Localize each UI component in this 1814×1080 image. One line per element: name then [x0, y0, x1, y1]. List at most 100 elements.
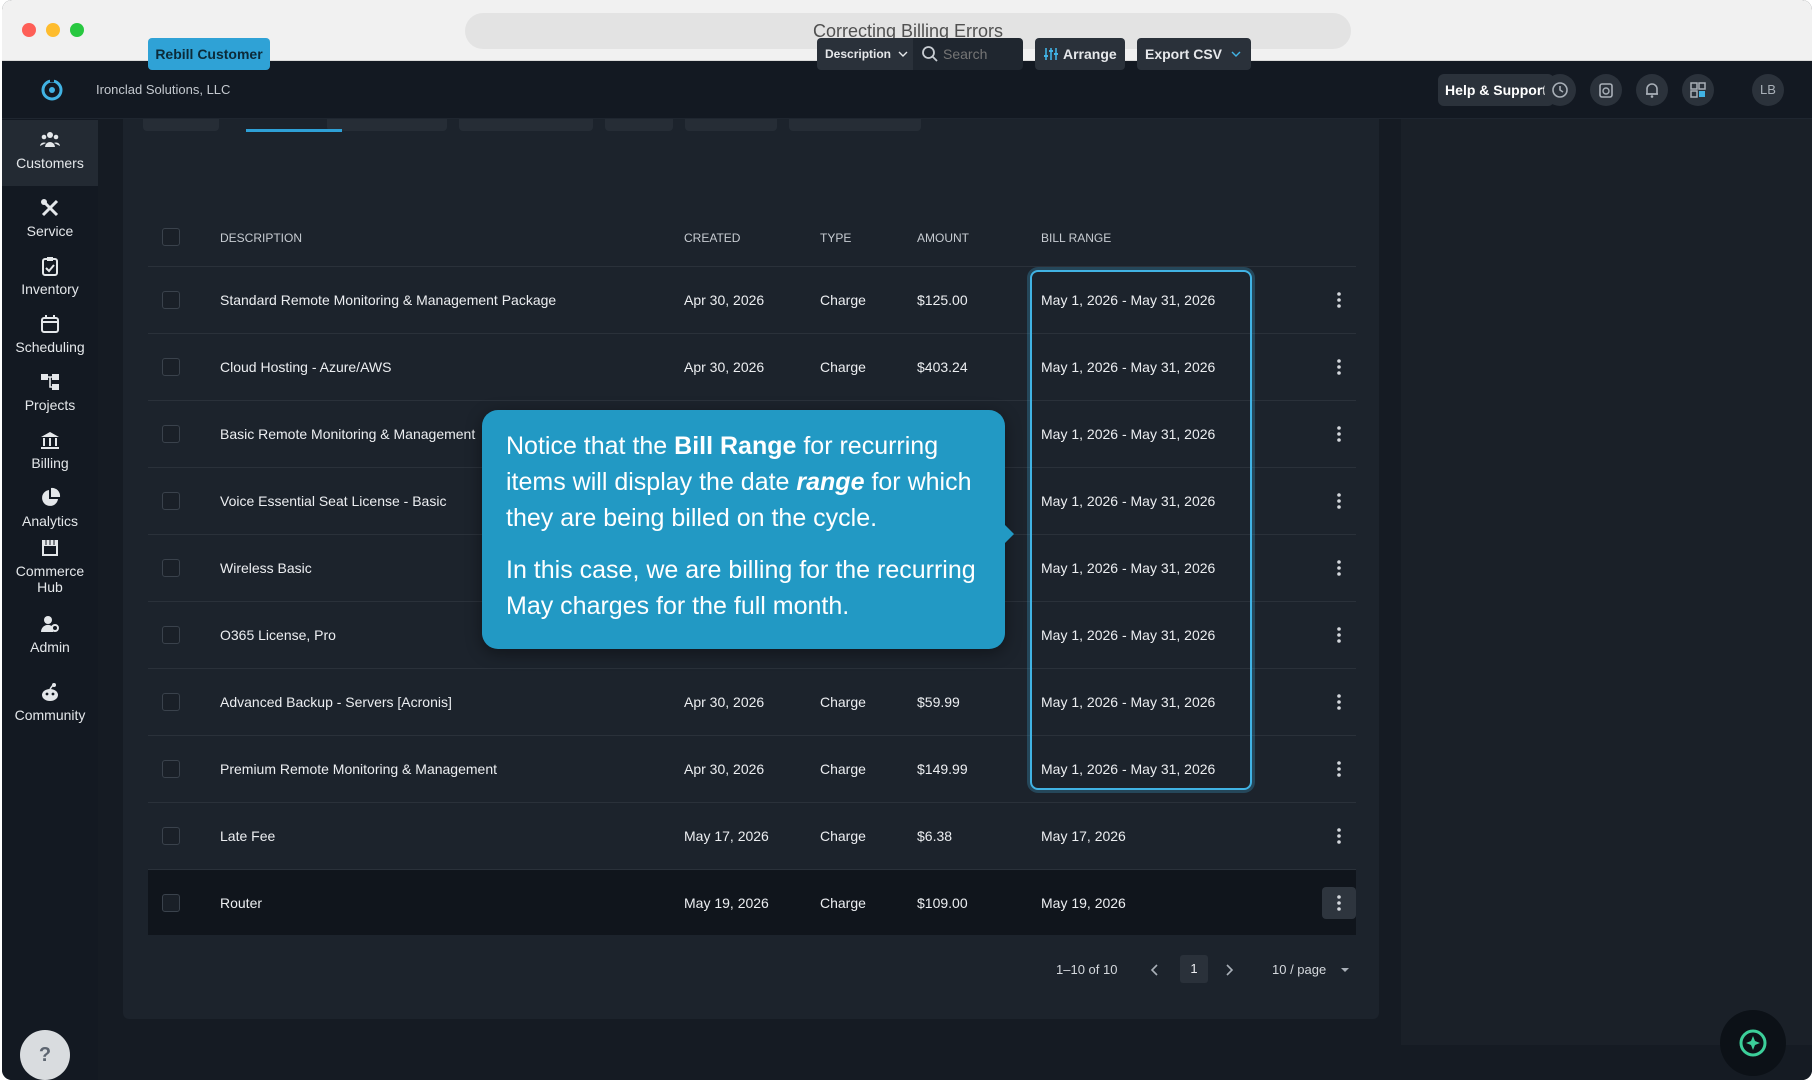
sidebar-item-billing[interactable]: Billing — [2, 429, 98, 471]
column-header-description[interactable]: DESCRIPTION — [220, 216, 302, 260]
timer-icon[interactable] — [1590, 74, 1622, 106]
row-checkbox[interactable] — [162, 760, 180, 778]
sidebar-item-inventory[interactable]: Inventory — [2, 255, 98, 297]
sidebar-item-scheduling[interactable]: Scheduling — [2, 313, 98, 355]
table-row[interactable]: Standard Remote Monitoring & Management … — [148, 266, 1356, 332]
pagination-summary: 1–10 of 10 — [1056, 962, 1118, 977]
history-icon[interactable] — [1544, 74, 1576, 106]
sidebar-item-label: Inventory — [21, 281, 79, 297]
column-header-type[interactable]: TYPE — [820, 216, 851, 260]
filter-field-select[interactable]: Description — [817, 38, 913, 70]
sidebar-item-label: Community — [14, 707, 86, 723]
tab-4[interactable] — [459, 119, 593, 131]
column-header-created[interactable]: CREATED — [684, 216, 740, 260]
dashboard-icon[interactable] — [1682, 74, 1714, 106]
chevron-left-icon[interactable] — [1150, 964, 1160, 976]
community-icon — [42, 683, 58, 701]
row-checkbox[interactable] — [162, 425, 180, 443]
page-number-button[interactable]: 1 — [1180, 955, 1208, 983]
ai-assistant-button[interactable] — [1720, 1010, 1786, 1076]
rebill-customer-button[interactable]: Rebill Customer — [148, 38, 270, 70]
row-checkbox[interactable] — [162, 693, 180, 711]
app-logo-icon[interactable] — [38, 75, 66, 103]
cell-description: Basic Remote Monitoring & Management — [220, 426, 476, 442]
row-checkbox[interactable] — [162, 358, 180, 376]
export-csv-button[interactable]: Export CSV — [1137, 38, 1251, 70]
row-actions-menu-icon[interactable] — [1322, 351, 1356, 383]
arrange-button[interactable]: Arrange — [1035, 38, 1125, 70]
cell-amount: $125.00 — [917, 292, 968, 308]
calendar-icon — [41, 315, 59, 333]
notifications-bell-icon[interactable] — [1636, 74, 1668, 106]
row-actions-menu-icon[interactable] — [1322, 284, 1356, 316]
tab-3[interactable] — [327, 119, 447, 131]
cell-bill-range: May 1, 2026 - May 31, 2026 — [1041, 560, 1216, 576]
sidebar-item-admin[interactable]: Admin — [2, 613, 98, 655]
row-actions-menu-icon[interactable] — [1322, 887, 1356, 919]
export-label: Export CSV — [1145, 46, 1223, 62]
page-size-select[interactable]: 10 / page — [1272, 962, 1350, 977]
sidebar-item-label: Scheduling — [15, 339, 85, 355]
chevron-right-icon[interactable] — [1224, 964, 1234, 976]
app-window: Correcting Billing Errors Ironclad Solut… — [2, 0, 1812, 1080]
row-checkbox[interactable] — [162, 827, 180, 845]
row-actions-menu-icon[interactable] — [1322, 552, 1356, 584]
select-all-checkbox[interactable] — [162, 228, 180, 246]
maximize-window-button[interactable] — [70, 23, 84, 37]
callout-paragraph-2: In this case, we are billing for the rec… — [506, 556, 976, 620]
cell-created: May 19, 2026 — [684, 895, 769, 911]
close-window-button[interactable] — [22, 23, 36, 37]
tab-6[interactable] — [685, 119, 777, 131]
chevron-down-icon — [898, 51, 908, 57]
table-row[interactable]: Advanced Backup - Servers [Acronis] Apr 3… — [148, 668, 1356, 734]
table-row[interactable]: Late Fee May 17, 2026 Charge $6.38 May 17, 2… — [148, 802, 1356, 868]
sparkle-assistant-icon — [1739, 1029, 1767, 1057]
sidebar-item-label: Analytics — [21, 513, 79, 529]
row-actions-menu-icon[interactable] — [1322, 686, 1356, 718]
table-row[interactable]: Cloud Hosting - Azure/AWS Apr 30, 2026 Cha… — [148, 333, 1356, 399]
right-side-panel — [1401, 119, 1812, 1045]
column-header-amount[interactable]: AMOUNT — [917, 216, 969, 260]
sidebar-item-community[interactable]: Community — [2, 681, 98, 723]
sidebar-item-commerce-hub[interactable]: Commerce Hub — [2, 537, 98, 595]
row-actions-menu-icon[interactable] — [1322, 619, 1356, 651]
sidebar-item-label: Customers — [16, 155, 84, 171]
table-row[interactable]: Premium Remote Monitoring & Management Ap… — [148, 735, 1356, 801]
cell-type: Charge — [820, 895, 866, 911]
cell-description: Voice Essential Seat License - Basic — [220, 493, 447, 509]
cell-bill-range: May 17, 2026 — [1041, 828, 1126, 844]
cell-description: Premium Remote Monitoring & Management — [220, 761, 498, 777]
row-checkbox[interactable] — [162, 559, 180, 577]
table-row[interactable]: Router May 19, 2026 Charge $109.00 May 19, 2… — [148, 869, 1356, 935]
search-box[interactable] — [913, 38, 1023, 70]
row-actions-menu-icon[interactable] — [1322, 418, 1356, 450]
tab-7[interactable] — [789, 119, 921, 131]
row-actions-menu-icon[interactable] — [1322, 753, 1356, 785]
column-header-bill-range[interactable]: BILL RANGE — [1041, 216, 1111, 260]
minimize-window-button[interactable] — [46, 23, 60, 37]
row-checkbox[interactable] — [162, 626, 180, 644]
row-checkbox[interactable] — [162, 894, 180, 912]
pie-chart-icon — [42, 487, 61, 506]
row-checkbox[interactable] — [162, 291, 180, 309]
help-question-button[interactable]: ? — [20, 1030, 70, 1080]
sidebar-item-projects[interactable]: Projects — [2, 371, 98, 413]
cell-amount: $109.00 — [917, 895, 968, 911]
tutorial-callout: Notice that the Bill Range for recurring… — [482, 410, 1014, 649]
help-support-button[interactable]: Help & Support — [1438, 74, 1554, 106]
tab-5[interactable] — [605, 119, 673, 131]
cell-type: Charge — [820, 761, 866, 777]
row-actions-menu-icon[interactable] — [1322, 485, 1356, 517]
sidebar-item-label: Service — [26, 223, 74, 239]
sidebar-item-customers[interactable]: Customers — [2, 120, 98, 186]
tab-1[interactable] — [143, 119, 219, 131]
row-checkbox[interactable] — [162, 492, 180, 510]
sidebar-item-analytics[interactable]: Analytics — [2, 487, 98, 529]
sidebar-item-service[interactable]: Service — [2, 197, 98, 239]
user-avatar[interactable]: LB — [1752, 74, 1784, 106]
arrange-label: Arrange — [1063, 46, 1117, 62]
cell-description: Late Fee — [220, 828, 276, 844]
search-input[interactable] — [943, 38, 1021, 70]
row-actions-menu-icon[interactable] — [1322, 820, 1356, 852]
cell-type: Charge — [820, 828, 866, 844]
